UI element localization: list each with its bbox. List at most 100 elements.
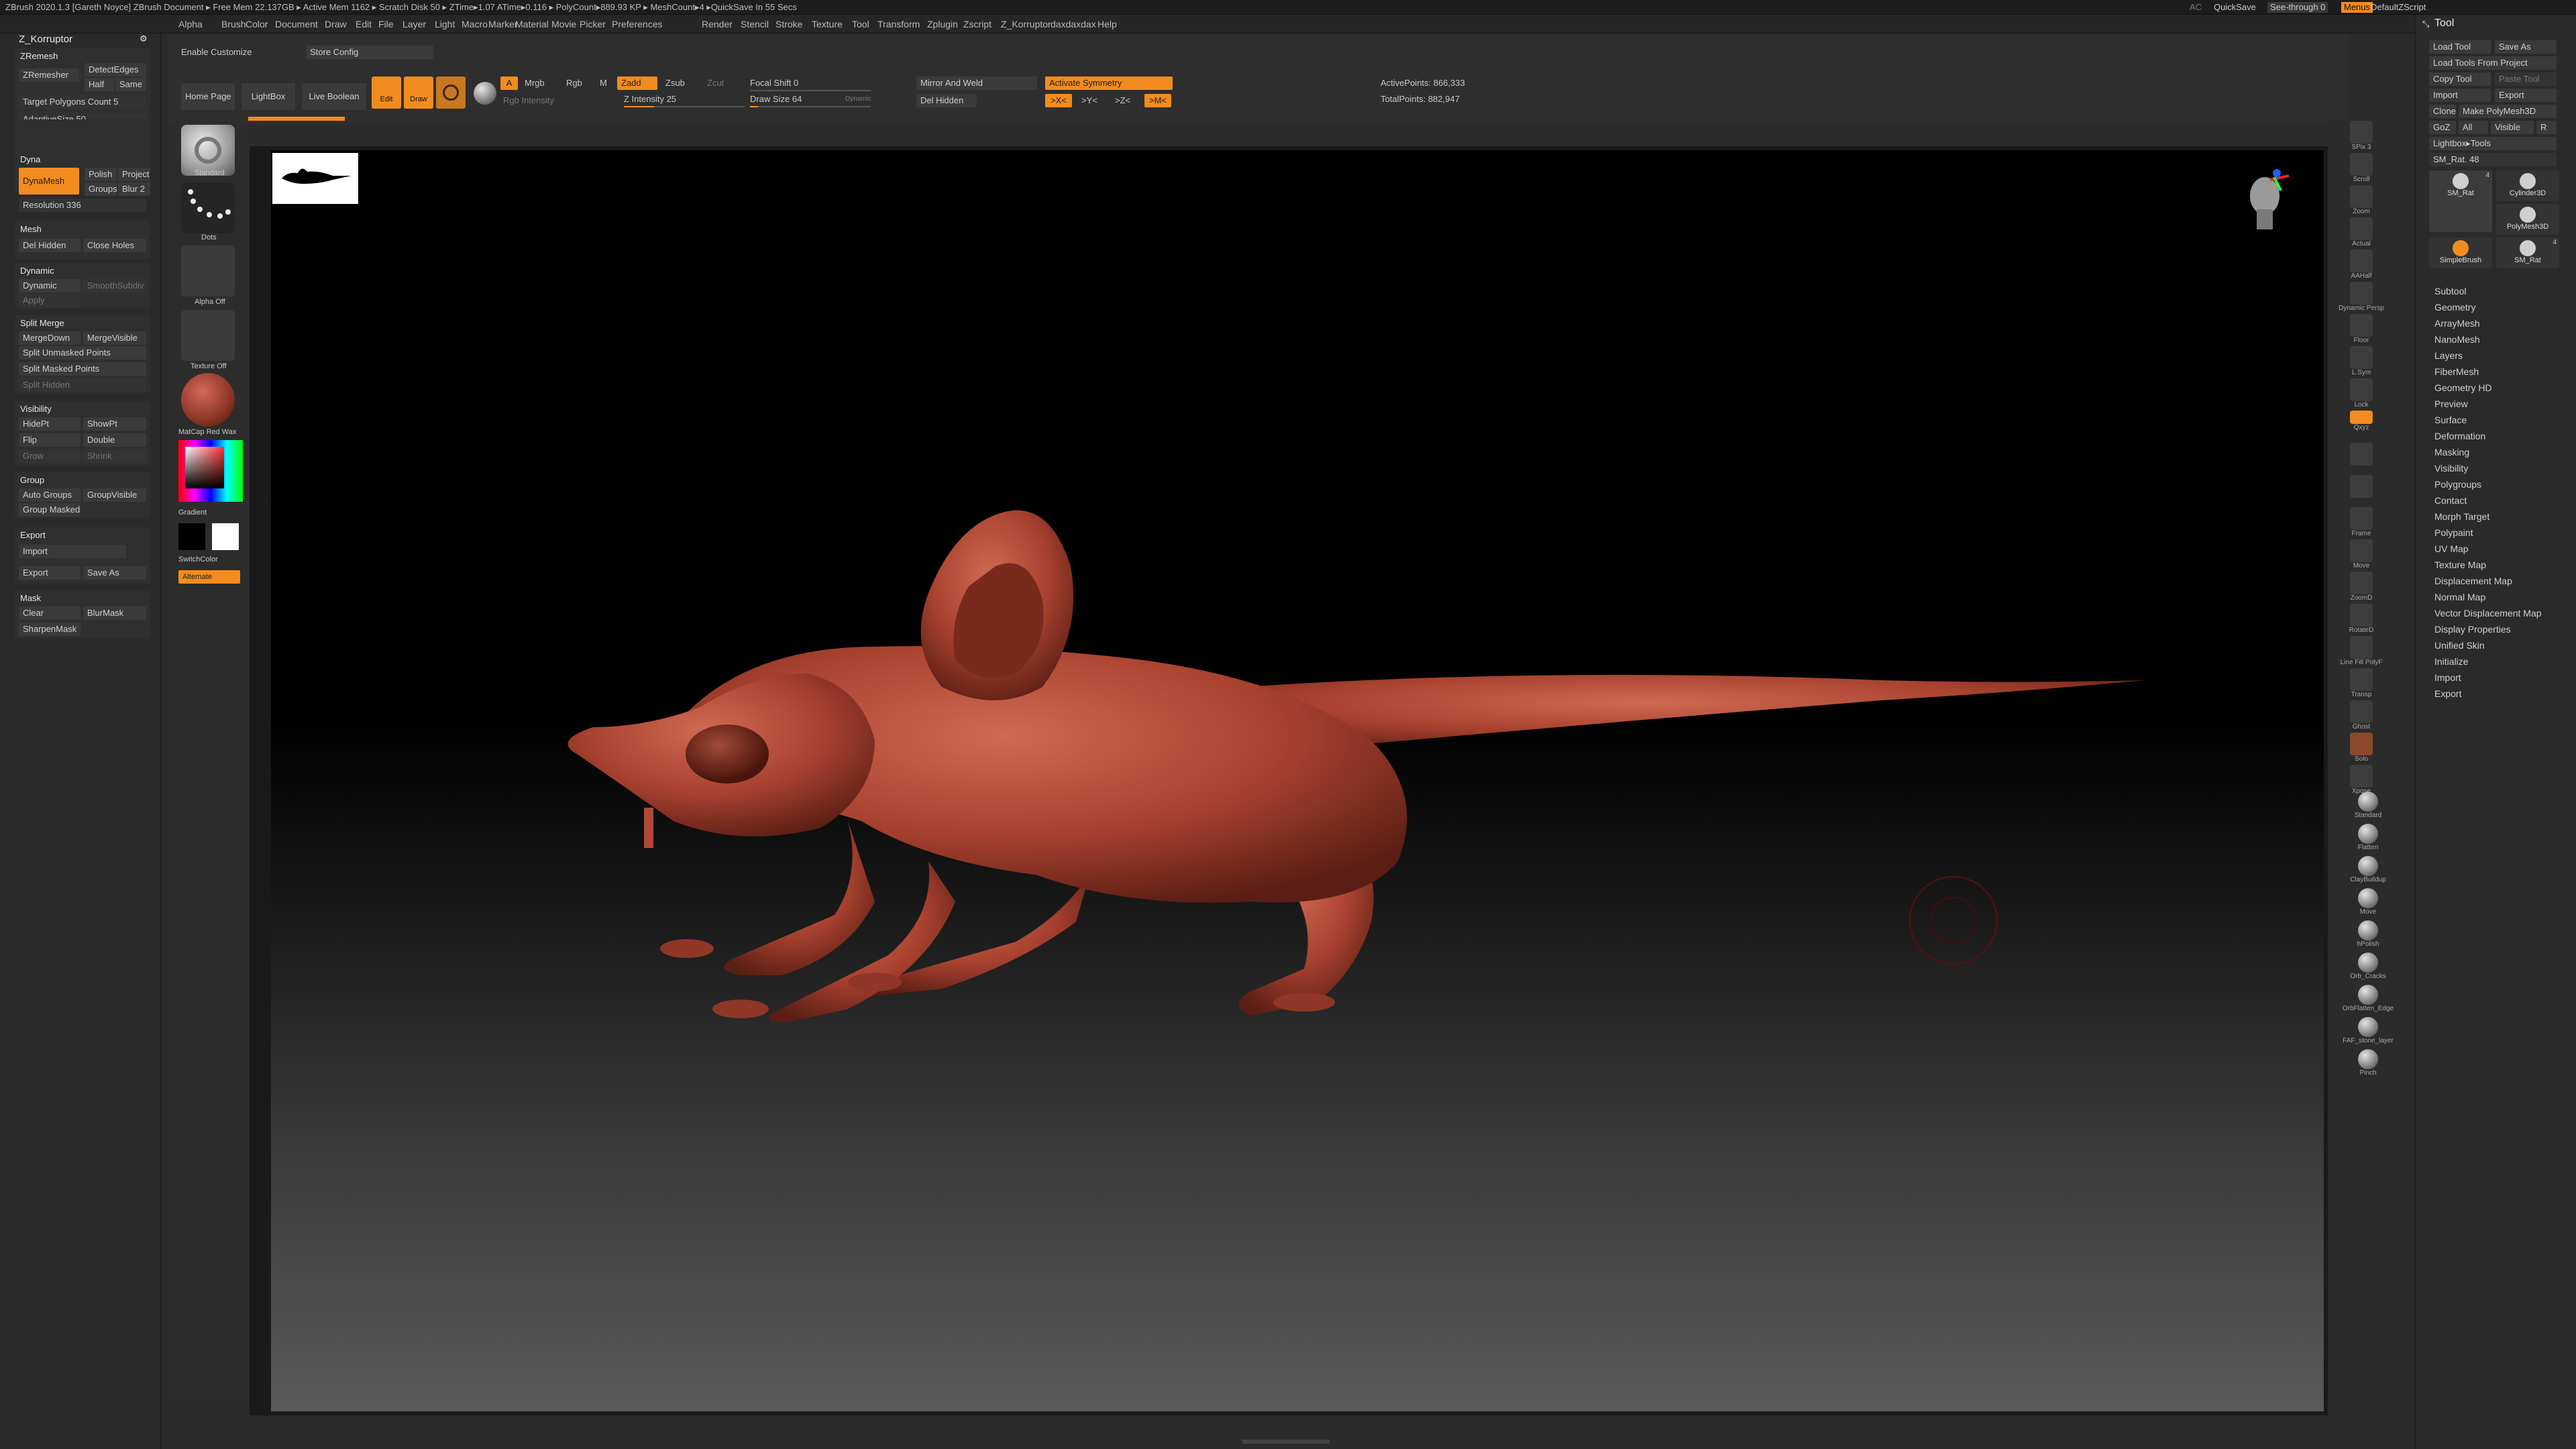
shelf-l-sym-button[interactable]: L.Sym [2328, 346, 2395, 376]
activate-symmetry-button[interactable]: Activate Symmetry [1045, 76, 1173, 90]
menu-help[interactable]: Help [1097, 19, 1117, 30]
sharpen-mask-button[interactable]: SharpenMask [19, 623, 80, 636]
brush-slot-faf-stone-layer[interactable]: FAF_stone_layer [2334, 1017, 2402, 1044]
subpalette-surface[interactable]: Surface [2434, 415, 2467, 425]
shelf-zoom-button[interactable]: Zoom [2328, 185, 2395, 215]
shelf-move-button[interactable]: Move [2328, 539, 2395, 570]
make-polymesh-button[interactable]: Make PolyMesh3D [2459, 105, 2557, 118]
menu-preferences[interactable]: Preferences [612, 19, 662, 30]
menu-daxdaxdax[interactable]: daxdaxdax [1051, 19, 1096, 30]
menu-z-korruptor[interactable]: Z_Korruptor [1001, 19, 1051, 30]
menu-render[interactable]: Render [702, 19, 733, 30]
brush-slot-pinch[interactable]: Pinch [2334, 1049, 2402, 1077]
menu-light[interactable]: Light [435, 19, 455, 30]
tool-thumb-polymesh3d-2[interactable]: PolyMesh3D [2496, 204, 2559, 235]
merge-visible-button[interactable]: MergeVisible [83, 331, 146, 345]
goz-visible-button[interactable]: Visible [2491, 121, 2534, 134]
goz-button[interactable]: GoZ [2429, 121, 2456, 134]
goz-all-button[interactable]: All [2459, 121, 2488, 134]
tool-thumb-simplebrush-3[interactable]: SimpleBrush [2429, 237, 2492, 268]
grow-button[interactable]: Grow [19, 449, 80, 463]
paste-tool-button[interactable]: Paste Tool [2495, 72, 2557, 86]
shelf-line-fill-polyf-button[interactable]: Line Fill PolyF [2328, 636, 2395, 666]
load-tools-from-project-button[interactable]: Load Tools From Project [2429, 56, 2557, 70]
project-button[interactable]: Project [118, 168, 150, 181]
focal-shift-slider[interactable]: Focal Shift 0 [750, 78, 798, 88]
subpalette-fibermesh[interactable]: FiberMesh [2434, 366, 2479, 377]
brush-slot-claybuildup[interactable]: ClayBuildup [2334, 856, 2402, 883]
current-tool-slider[interactable]: SM_Rat. 48 [2429, 153, 2557, 166]
export-button[interactable]: Export [19, 566, 80, 580]
lightbox-tools-button[interactable]: Lightbox▸Tools [2429, 137, 2557, 150]
shelf-rotated-button[interactable]: RotateD [2328, 604, 2395, 634]
brush-slot-orbflatten-edge[interactable]: OrbFlatten_Edge [2334, 985, 2402, 1012]
document-canvas[interactable] [271, 150, 2324, 1411]
color-picker-square[interactable] [185, 447, 224, 488]
menu-layer[interactable]: Layer [402, 19, 426, 30]
subpalette-polypaint[interactable]: Polypaint [2434, 527, 2473, 538]
shrink-button[interactable]: Shrink [83, 449, 146, 463]
shelf-transp-button[interactable]: Transp [2328, 668, 2395, 698]
shelf-aahalf-button[interactable]: AAHalf [2328, 250, 2395, 280]
menu-brush[interactable]: Brush [221, 19, 246, 30]
blur-mask-button[interactable]: BlurMask [83, 606, 146, 620]
subpalette-texture-map[interactable]: Texture Map [2434, 559, 2486, 570]
shelf-qxyz-button[interactable]: Qxyz [2328, 411, 2395, 431]
subpalette-displacement-map[interactable]: Displacement Map [2434, 576, 2512, 586]
live-boolean-button[interactable]: Live Boolean [302, 83, 366, 110]
alpha-thumbnail[interactable] [181, 246, 235, 297]
menu-marker[interactable]: Marker [488, 19, 518, 30]
subpalette-import[interactable]: Import [2434, 672, 2461, 683]
m-toggle[interactable]: M [600, 78, 607, 88]
texture-thumbnail[interactable] [181, 310, 235, 361]
symmetry-z-toggle[interactable]: >Z< [1115, 95, 1130, 105]
move-mode-button[interactable] [436, 76, 466, 109]
menu-zscript[interactable]: Zscript [963, 19, 991, 30]
symmetry-m-toggle[interactable]: >M< [1144, 94, 1171, 107]
zsub-toggle[interactable]: Zsub [665, 78, 685, 88]
material-thumbnail[interactable] [181, 373, 235, 427]
subpalette-geometry-hd[interactable]: Geometry HD [2434, 382, 2492, 393]
alternate-button[interactable]: Alternate [178, 570, 240, 584]
shelf-ghost-button[interactable]: Ghost [2328, 700, 2395, 731]
default-zscript-button[interactable]: DefaultZScript [2371, 2, 2426, 13]
menu-edit[interactable]: Edit [356, 19, 372, 30]
see-through-slider[interactable]: See-through 0 [2267, 2, 2328, 13]
import-button[interactable]: Import [19, 545, 126, 558]
menu-macro[interactable]: Macro [462, 19, 488, 30]
double-button[interactable]: Double [83, 433, 146, 447]
edit-mode-button[interactable]: Edit [372, 76, 401, 109]
close-holes-button[interactable]: Close Holes [83, 239, 146, 252]
brush-slot-move[interactable]: Move [2334, 888, 2402, 916]
menu-file[interactable]: File [378, 19, 394, 30]
shelf-spix-3-button[interactable]: SPix 3 [2328, 121, 2395, 151]
menu-stencil[interactable]: Stencil [741, 19, 769, 30]
draw-mode-button[interactable]: Draw [404, 76, 433, 109]
subpalette-preview[interactable]: Preview [2434, 398, 2468, 409]
menu-document[interactable]: Document [275, 19, 318, 30]
subpalette-display-properties[interactable]: Display Properties [2434, 624, 2511, 635]
focal-shift-track[interactable] [750, 90, 871, 91]
brush-slot-standard[interactable]: Standard [2334, 792, 2402, 819]
shelf-lock-button[interactable]: Lock [2328, 378, 2395, 409]
symmetry-y-toggle[interactable]: >Y< [1081, 95, 1097, 105]
enable-customize-button[interactable]: Enable Customize [181, 47, 252, 57]
shelf-actual-button[interactable]: Actual [2328, 217, 2395, 248]
menu-material[interactable]: Material [515, 19, 549, 30]
shelf-dynamic-persp-button[interactable]: Dynamic Persp [2328, 282, 2395, 312]
subpalette-layers[interactable]: Layers [2434, 350, 2463, 361]
menu-movie[interactable]: Movie [551, 19, 576, 30]
tool-thumb-cylinder3d-1[interactable]: Cylinder3D [2496, 170, 2559, 201]
mrgb-toggle[interactable]: Mrgb [525, 78, 545, 88]
navigation-cube[interactable] [2237, 166, 2290, 240]
resolution-slider[interactable]: Resolution 336 [19, 199, 146, 212]
detect-edges-button[interactable]: DetectEdges [85, 63, 146, 76]
menu-color[interactable]: Color [246, 19, 268, 30]
shelf-scroll-button[interactable]: Scroll [2328, 153, 2395, 183]
mirror-and-weld-button[interactable]: Mirror And Weld [916, 76, 1037, 90]
subpalette-subtool[interactable]: Subtool [2434, 286, 2466, 297]
color-picker[interactable] [178, 440, 243, 502]
primary-color-swatch[interactable] [212, 523, 239, 550]
menus-toggle[interactable]: Menus [2341, 2, 2373, 13]
subpalette-vector-displacement-map[interactable]: Vector Displacement Map [2434, 608, 2542, 619]
